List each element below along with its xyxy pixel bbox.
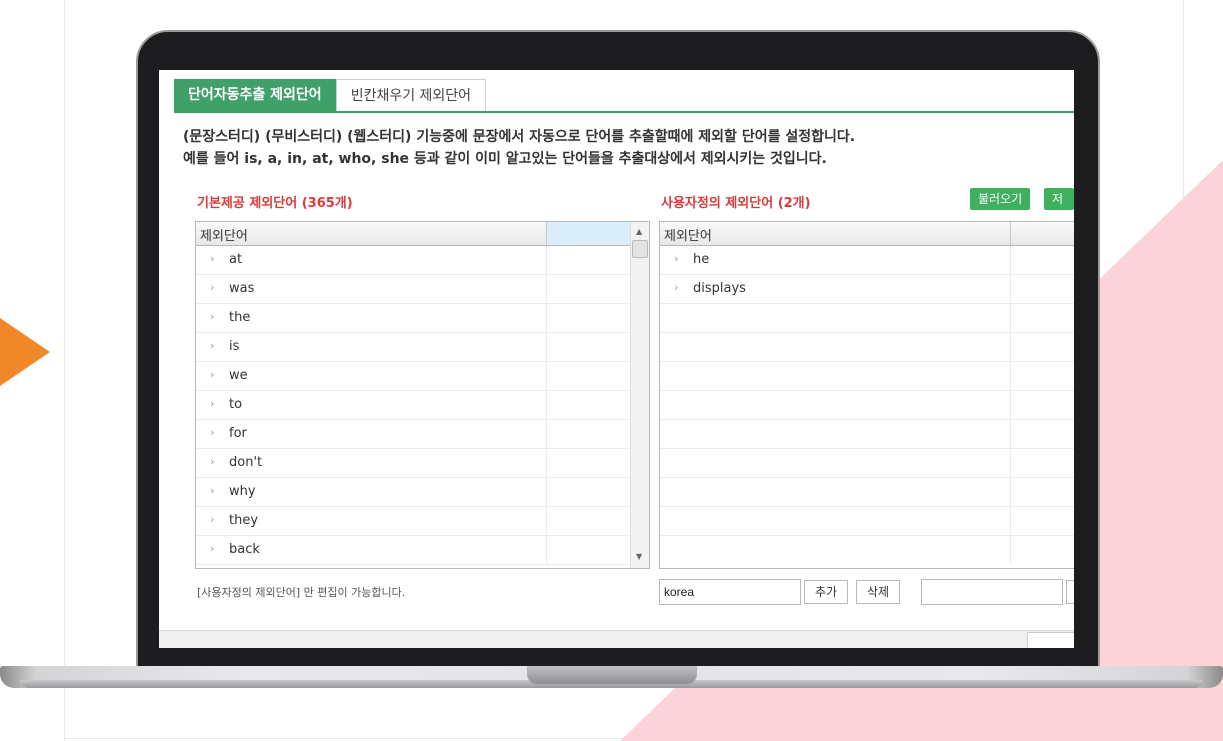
scroll-down-icon[interactable]: ▼ xyxy=(636,552,642,561)
column-header-label: 제외단어 xyxy=(664,229,712,244)
empty-row xyxy=(660,304,1074,333)
list-item[interactable]: › at xyxy=(196,246,630,275)
list-item[interactable]: › displays xyxy=(660,275,1074,304)
chevron-right-icon: › xyxy=(210,310,215,323)
grid-header: 제외단어 xyxy=(660,222,1074,246)
screen-footer xyxy=(159,630,1074,648)
chevron-right-icon: › xyxy=(210,542,215,555)
chevron-right-icon: › xyxy=(210,281,215,294)
custom-exclusions-title: 사용자정의 제외단어 (2개) xyxy=(661,196,811,211)
scroll-up-icon[interactable]: ▲ xyxy=(636,227,642,236)
laptop-notch xyxy=(527,666,697,684)
tab-auto-extract-exclusions[interactable]: 단어자동추출 제외단어 xyxy=(174,79,336,112)
custom-exclusions-grid: 제외단어 › he › displays xyxy=(659,221,1074,569)
empty-row xyxy=(660,449,1074,478)
chevron-right-icon: › xyxy=(210,455,215,468)
save-button[interactable]: 저장 xyxy=(1044,188,1074,228)
chevron-right-icon: › xyxy=(210,252,215,265)
list-item[interactable]: › for xyxy=(196,420,630,449)
vertical-scrollbar[interactable]: ▲ ▼ xyxy=(630,222,649,568)
default-exclusions-title: 기본제공 제외단어 (365개) xyxy=(197,196,353,211)
empty-row xyxy=(660,333,1074,362)
list-item[interactable]: › the xyxy=(196,304,630,333)
chevron-right-icon: › xyxy=(674,252,679,265)
empty-row xyxy=(660,362,1074,391)
default-exclusions-grid: 제외단어 › at › was › the › is › we › to › for › don… xyxy=(195,221,650,569)
load-button[interactable]: 불러오기 xyxy=(970,188,1031,210)
column-header-extra[interactable] xyxy=(546,222,631,245)
chevron-right-icon: › xyxy=(210,513,215,526)
grid-header: 제외단어 xyxy=(196,222,649,246)
empty-row xyxy=(660,420,1074,449)
word-input[interactable] xyxy=(659,579,801,605)
chevron-right-icon: › xyxy=(210,339,215,352)
column-header-label: 제외단어 xyxy=(200,229,248,244)
add-button[interactable]: 추가 xyxy=(804,580,849,604)
list-item[interactable]: › don't xyxy=(196,449,630,478)
scroll-thumb[interactable] xyxy=(632,240,648,258)
arrow-right-icon xyxy=(0,318,50,386)
footer-button[interactable] xyxy=(1027,632,1074,648)
list-item[interactable]: › they xyxy=(196,507,630,536)
tab-bar: 단어자동추출 제외단어 빈칸채우기 제외단어 xyxy=(174,79,487,112)
chevron-right-icon: › xyxy=(210,368,215,381)
list-item[interactable]: › why xyxy=(196,478,630,507)
edit-note: [사용자정의 제외단어] 만 편집이 가능합니다. xyxy=(197,586,406,599)
description: (문장스터디) (무비스터디) (웹스터디) 기능중에 문장에서 자동으로 단어… xyxy=(183,126,855,170)
chevron-right-icon: › xyxy=(210,426,215,439)
list-item[interactable]: › he xyxy=(660,246,1074,275)
app-screen: 단어자동추출 제외단어 빈칸채우기 제외단어 (문장스터디) (무비스터디) (… xyxy=(159,70,1074,648)
search-button[interactable] xyxy=(1066,580,1074,604)
empty-row xyxy=(660,478,1074,507)
description-line-1: (문장스터디) (무비스터디) (웹스터디) 기능중에 문장에서 자동으로 단어… xyxy=(183,129,856,145)
empty-row xyxy=(660,536,1074,564)
empty-row xyxy=(660,391,1074,420)
tab-underline xyxy=(174,111,1074,113)
list-item[interactable]: › back xyxy=(196,536,630,565)
chevron-right-icon: › xyxy=(210,397,215,410)
list-item[interactable]: › was xyxy=(196,275,630,304)
column-header-extra[interactable] xyxy=(1010,222,1074,245)
tab-fill-blank-exclusions[interactable]: 빈칸채우기 제외단어 xyxy=(335,79,487,112)
empty-row xyxy=(660,507,1074,536)
search-input[interactable] xyxy=(921,579,1063,605)
description-line-2: 예를 들어 is, a, in, at, who, she 등과 같이 이미 알… xyxy=(183,151,827,167)
list-item[interactable]: › we xyxy=(196,362,630,391)
chevron-right-icon: › xyxy=(210,484,215,497)
list-item[interactable]: › is xyxy=(196,333,630,362)
list-item[interactable]: › to xyxy=(196,391,630,420)
chevron-right-icon: › xyxy=(674,281,679,294)
delete-button[interactable]: 삭제 xyxy=(856,580,901,604)
